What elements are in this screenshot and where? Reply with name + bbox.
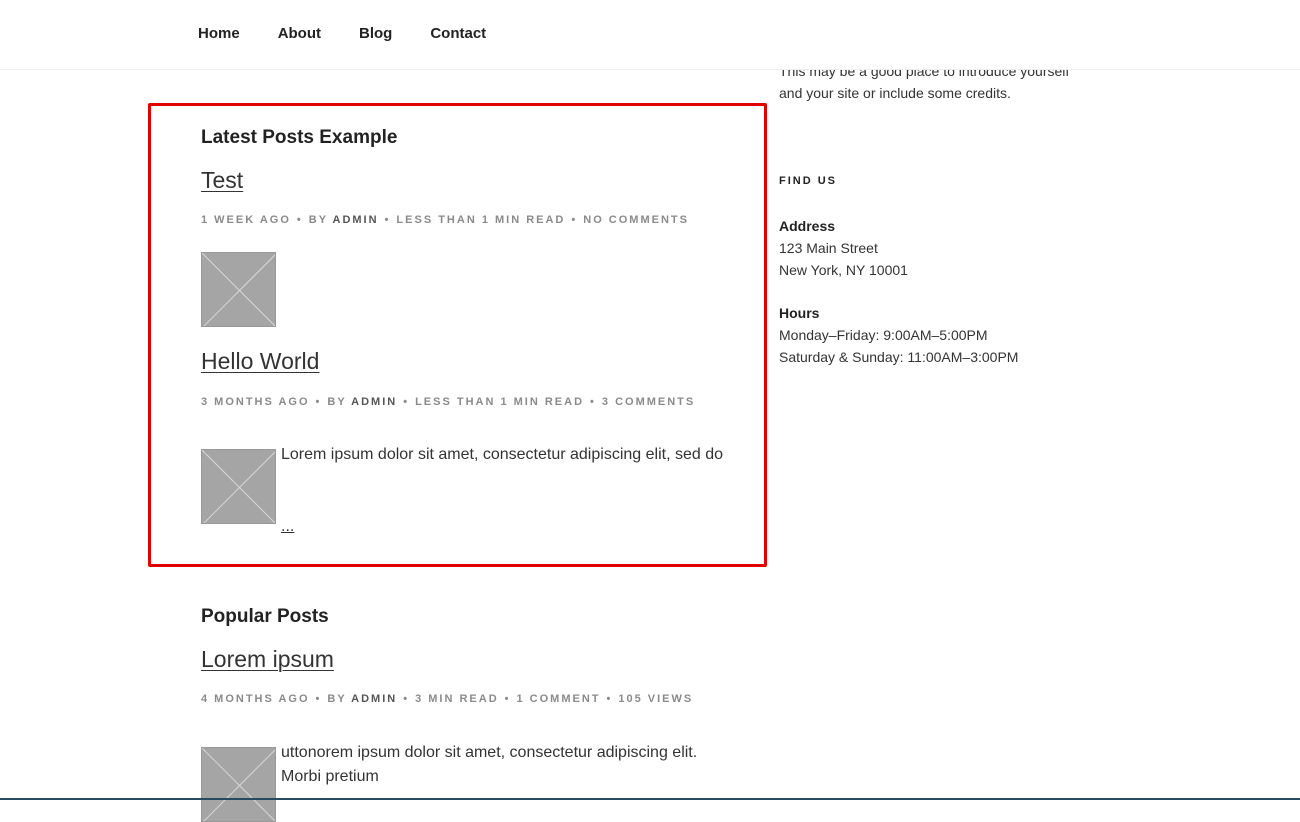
post-thumbnail-placeholder[interactable] (201, 252, 276, 327)
nav-item-home[interactable]: Home (198, 25, 240, 42)
nav-item-blog[interactable]: Blog (359, 25, 392, 42)
post-by: by (327, 693, 347, 705)
post-thumbnail-placeholder[interactable] (201, 449, 276, 524)
post-author-link[interactable]: admin (351, 693, 397, 705)
post-author-link[interactable]: admin (351, 396, 397, 408)
sidebar-intro-rest: and your site or include some credits. (779, 85, 1011, 101)
post-date: 1 week ago (201, 214, 291, 226)
post-by: by (308, 214, 328, 226)
post-title-hello-world[interactable]: Hello World (201, 348, 319, 375)
post-title-test[interactable]: Test (201, 167, 243, 194)
post-meta: 1 week ago • by admin • less than 1 min read… (201, 214, 689, 226)
post-excerpt: uttonorem ipsum dolor sit amet, consecte… (281, 744, 698, 785)
post-comments-link[interactable]: 3 Comments (602, 396, 695, 408)
hours-line-2: Saturday & Sunday: 11:00AM–3:00PM (779, 349, 1019, 365)
nav-item-about[interactable]: About (278, 25, 321, 42)
post-date: 4 months ago (201, 693, 310, 705)
post-by: by (327, 396, 347, 408)
placeholder-x-icon (202, 748, 275, 821)
hours-label: Hours (779, 305, 820, 321)
hours-block: Hours Monday–Friday: 9:00AM–5:00PM Satur… (779, 302, 1099, 368)
sidebar: This may be a good place to introduce yo… (779, 60, 1099, 368)
post-comments-link[interactable]: 1 Comment (517, 693, 601, 705)
nav-item-contact[interactable]: Contact (430, 25, 486, 42)
post-comments-link[interactable]: No Comments (583, 214, 689, 226)
post-thumbnail-placeholder[interactable] (201, 747, 276, 822)
post-excerpt: Lorem ipsum dolor sit amet, consectetur … (281, 446, 723, 463)
post-date: 3 months ago (201, 396, 310, 408)
placeholder-x-icon (202, 450, 275, 523)
nav-menu: Home About Blog Contact (198, 25, 524, 42)
address-label: Address (779, 218, 836, 234)
post-read-time: less than 1 min read (415, 396, 585, 408)
address-line-2: New York, NY 10001 (779, 262, 908, 278)
post-views: 105 Views (618, 693, 694, 705)
post-author-link[interactable]: admin (333, 214, 379, 226)
popular-posts-heading: Popular Posts (201, 606, 329, 627)
placeholder-x-icon (202, 253, 275, 326)
address-line-1: 123 Main Street (779, 240, 878, 256)
post-read-time: 3 min read (415, 693, 499, 705)
read-more-link[interactable]: ... (281, 518, 294, 536)
post-meta: 3 months ago • by admin • less than 1 min re… (201, 396, 696, 408)
hours-line-1: Monday–Friday: 9:00AM–5:00PM (779, 327, 988, 343)
top-navigation: Home About Blog Contact (0, 0, 1300, 70)
post-meta: 4 months ago • by admin • 3 min read • 1 Comme… (201, 693, 694, 705)
post-title-lorem-ipsum[interactable]: Lorem ipsum (201, 646, 334, 673)
latest-posts-heading: Latest Posts Example (201, 127, 398, 148)
find-us-title: FIND US (779, 175, 837, 187)
post-read-time: less than 1 min read (396, 214, 566, 226)
address-block: Address 123 Main Street New York, NY 100… (779, 215, 1099, 281)
